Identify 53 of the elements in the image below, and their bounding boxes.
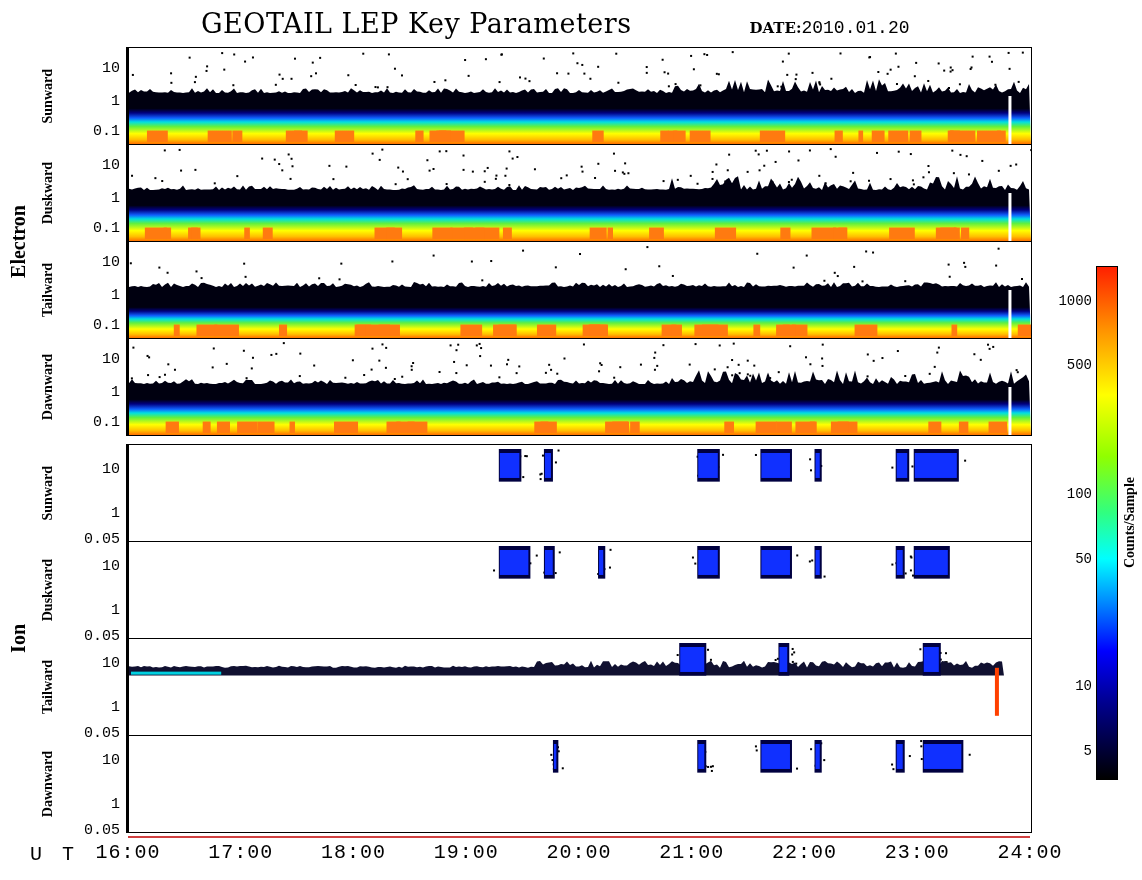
y-tick-label: 10: [102, 655, 120, 671]
y-tick-label: 0.1: [93, 220, 120, 236]
chart-title: GEOTAIL LEP Key Parameters: [201, 8, 632, 39]
color-scale-tick-label: 50: [1075, 551, 1092, 566]
y-tick-label: 0.1: [93, 414, 120, 430]
y-tick-label: 10: [102, 461, 120, 477]
y-tick-label: 10: [102, 558, 120, 574]
y-tick-label: 1: [111, 384, 120, 400]
y-tick-label: 0.05: [84, 725, 120, 741]
x-tick-label: 18:00: [321, 841, 386, 864]
color-scale-tick-label: 1000: [1058, 293, 1092, 308]
y-tick-label: 10: [102, 351, 120, 367]
x-tick-label: 16:00: [95, 841, 161, 864]
color-scale-tick-label: 10: [1075, 678, 1092, 693]
direction-label: Dawnward: [40, 353, 56, 421]
date-label: DATE:2010.01.20: [749, 17, 910, 38]
y-tick-label: 1: [111, 602, 120, 618]
y-tick-label: 0.05: [84, 628, 120, 644]
direction-label: Sunward: [40, 68, 56, 124]
y-tick-label: 0.1: [93, 317, 120, 333]
x-tick-label: 21:00: [659, 841, 725, 864]
y-tick-label: 10: [102, 60, 120, 76]
color-scale-label: Counts/Sample: [1122, 477, 1138, 569]
color-scale-tick-label: 100: [1066, 487, 1092, 502]
x-tick-label: 22:00: [772, 841, 837, 864]
y-tick-label: 10: [102, 752, 120, 768]
y-tick-label: 10: [102, 254, 120, 270]
y-tick-label: 0.05: [84, 822, 120, 838]
x-tick-label: 20:00: [546, 841, 612, 864]
y-tick-label: 1: [111, 796, 120, 812]
direction-label: Dawnward: [40, 750, 56, 818]
y-tick-label: 1: [111, 190, 120, 206]
group-label: Electron: [6, 205, 30, 278]
x-axis-label: U T: [29, 843, 79, 868]
direction-label: Sunward: [40, 465, 56, 521]
x-tick-label: 24:00: [997, 841, 1063, 864]
y-tick-label: 0.05: [84, 531, 120, 547]
direction-label: Duskward: [40, 161, 56, 225]
direction-label: Duskward: [40, 558, 56, 622]
direction-label: Tailward: [40, 263, 56, 317]
x-tick-label: 19:00: [433, 841, 499, 864]
x-tick-label: 23:00: [884, 841, 950, 864]
direction-label: Tailward: [40, 660, 56, 714]
y-tick-label: 1: [111, 93, 120, 109]
y-tick-label: 1: [111, 699, 120, 715]
group-label: Ion: [6, 624, 30, 653]
color-scale-tick-label: 500: [1066, 358, 1092, 373]
y-tick-label: 0.1: [93, 123, 120, 139]
x-tick-label: 17:00: [208, 841, 274, 864]
color-scale-tick-label: 5: [1083, 744, 1092, 759]
y-tick-label: 1: [111, 287, 120, 303]
y-tick-label: 1: [111, 505, 120, 521]
y-tick-label: 10: [102, 157, 120, 173]
